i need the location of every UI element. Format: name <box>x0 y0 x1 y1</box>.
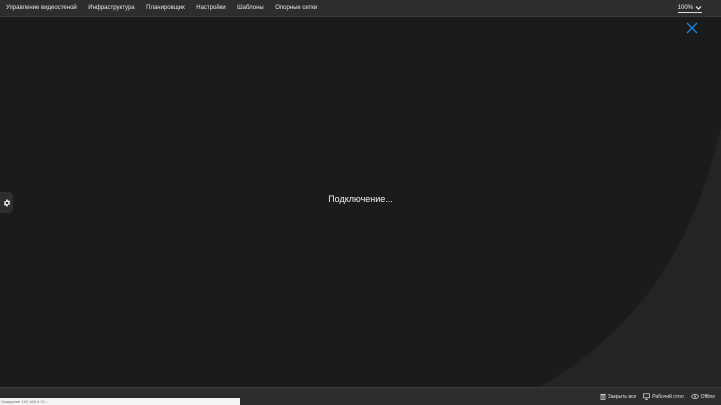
bottom-actions: Закрыть все Рабочий стол Offline <box>593 388 715 405</box>
trash-icon <box>600 394 606 400</box>
close-all-button[interactable]: Закрыть все <box>600 393 637 400</box>
gear-icon <box>3 199 10 206</box>
desktop-label: Рабочий стол <box>652 393 684 400</box>
offline-button[interactable]: Offline <box>690 393 715 400</box>
settings-handle[interactable] <box>0 192 13 213</box>
menu-bar: Управление видеостеной Инфраструктура Пл… <box>0 0 721 17</box>
menu-item-grids[interactable]: Опорные сетки <box>275 0 317 17</box>
chevron-down-icon <box>695 6 702 10</box>
menu-item-settings[interactable]: Настройки <box>196 0 225 17</box>
connection-status: Подключение... <box>328 194 393 204</box>
status-input[interactable] <box>0 398 240 405</box>
offline-label: Offline <box>700 393 715 400</box>
eye-off-icon <box>690 394 699 399</box>
menu-item-scheduler[interactable]: Планировщик <box>146 0 185 17</box>
close-all-label: Закрыть все <box>607 393 637 400</box>
close-icon[interactable] <box>686 22 698 34</box>
desktop-button[interactable]: Рабочий стол <box>643 393 684 400</box>
main-content: Подключение... <box>0 17 721 387</box>
menu-item-infrastructure[interactable]: Инфраструктура <box>88 0 134 17</box>
bottom-bar: Закрыть все Рабочий стол Offline <box>0 387 721 405</box>
app-window: Управление видеостеной Инфраструктура Пл… <box>0 0 721 405</box>
zoom-value: 100% <box>677 4 693 11</box>
zoom-dropdown[interactable]: 100% <box>677 4 702 13</box>
menu-item-templates[interactable]: Шаблоны <box>237 0 264 17</box>
monitor-icon <box>643 393 651 400</box>
menu-item-videowall[interactable]: Управление видеостеной <box>6 0 77 17</box>
